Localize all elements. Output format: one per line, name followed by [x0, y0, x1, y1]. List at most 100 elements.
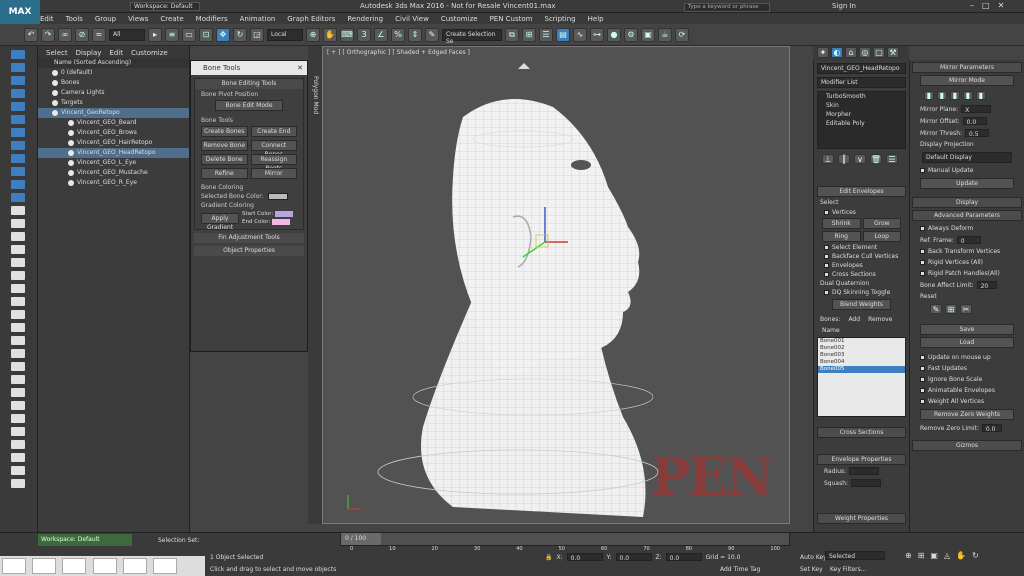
dq-toggle-checkbox[interactable] — [824, 290, 829, 295]
tool-icon-b[interactable] — [11, 375, 25, 384]
hierarchy-tab-icon[interactable]: ⌂ — [845, 47, 857, 58]
tool-icon-f[interactable] — [11, 427, 25, 436]
y-coord-field[interactable]: 0.0 — [615, 553, 652, 562]
animatable-envelopes-checkbox[interactable] — [920, 388, 925, 393]
save-button[interactable]: Save — [920, 324, 1014, 335]
ribbon-side-tab[interactable]: Polygon Mod — [308, 46, 322, 524]
reassign-roots-button[interactable]: Reassign Roots — [250, 154, 297, 172]
angle-snap-icon[interactable]: ∠ — [374, 27, 388, 42]
loop-button[interactable]: Loop — [862, 231, 901, 242]
visibility-icon[interactable] — [68, 140, 74, 146]
maximize-icon[interactable]: □ — [982, 1, 990, 10]
rollout-display[interactable]: Display — [912, 197, 1022, 208]
reset-vertices-icon[interactable]: ✎ — [930, 304, 942, 314]
tool-icon-a[interactable] — [11, 362, 25, 371]
display-shapes-icon[interactable] — [11, 63, 25, 72]
menu-modifiers[interactable]: Modifiers — [196, 15, 228, 23]
column-header-name[interactable]: Name (Sorted Ascending) — [38, 58, 189, 68]
menu-customize[interactable]: Customize — [441, 15, 478, 23]
rendered-frame-icon[interactable]: ▣ — [641, 27, 655, 42]
remove-bone-button[interactable]: Remove Bone — [201, 140, 248, 151]
reset-bone-icon[interactable]: ⊞ — [945, 304, 957, 314]
unlink-icon[interactable]: ⊘ — [75, 27, 89, 42]
reference-coord-dropdown[interactable]: Local — [267, 28, 303, 41]
sign-in-link[interactable]: Sign In — [832, 2, 856, 10]
time-slider[interactable]: 0 / 100 — [340, 532, 790, 546]
rotate-icon[interactable]: ↻ — [233, 27, 247, 42]
edit-envelopes-button[interactable]: Edit Envelopes — [817, 186, 906, 197]
display-groups-icon[interactable] — [11, 128, 25, 137]
scene-item[interactable]: Vincent_GEO_HeadRetopo — [38, 148, 189, 158]
weight-all-checkbox[interactable] — [920, 399, 925, 404]
display-invert-icon[interactable] — [11, 232, 25, 241]
delete-bone-button[interactable]: Delete Bone — [201, 154, 248, 165]
stack-item-editable-poly[interactable]: Editable Poly — [818, 119, 905, 128]
menu-civil-view[interactable]: Civil View — [395, 15, 429, 23]
app-logo[interactable]: MAX — [0, 0, 40, 24]
display-cameras-icon[interactable] — [11, 89, 25, 98]
paste-blue-icon[interactable]: ▮ — [950, 91, 960, 100]
menu-tools[interactable]: Tools — [66, 15, 83, 23]
bone-list[interactable]: Bone001 Bone002 Bone003 Bone004 Bone005 — [817, 337, 906, 417]
tab-customize[interactable]: Customize — [131, 49, 168, 57]
workspace-selector[interactable]: Workspace: Default — [38, 534, 132, 546]
mirror-icon[interactable]: ⧉ — [505, 27, 519, 42]
visibility-icon[interactable] — [52, 100, 58, 106]
display-none-icon[interactable] — [11, 219, 25, 228]
rollout-object-properties[interactable]: Object Properties — [194, 246, 304, 256]
visibility-icon[interactable] — [52, 80, 58, 86]
tool-icon-i[interactable] — [11, 466, 25, 475]
select-blue-icon[interactable]: ▮ — [976, 91, 986, 100]
update-button[interactable]: Update — [920, 178, 1014, 189]
lock-icon[interactable]: 🔒 — [545, 554, 552, 561]
display-tab-icon[interactable]: ▢ — [873, 47, 885, 58]
link-icon[interactable]: ∞ — [58, 27, 72, 42]
make-unique-icon[interactable]: ∨ — [854, 154, 866, 164]
scene-item[interactable]: Camera Lights — [38, 88, 189, 98]
rigid-patch-checkbox[interactable] — [920, 271, 925, 276]
bone-edit-mode-button[interactable]: Bone Edit Mode — [215, 100, 283, 111]
blend-weights-button[interactable]: Blend Weights — [832, 299, 891, 310]
z-coord-field[interactable]: 0.0 — [665, 553, 702, 562]
load-button[interactable]: Load — [920, 337, 1014, 348]
layer-explorer-icon[interactable]: ☰ — [539, 27, 553, 42]
display-projection-dropdown[interactable]: Default Display — [922, 152, 1012, 163]
remove-zero-limit-spinner[interactable]: 0.0 — [981, 424, 1002, 433]
scene-item[interactable]: Bones — [38, 78, 189, 88]
mirror-thresh-spinner[interactable]: 0.5 — [965, 129, 990, 138]
tab-edit[interactable]: Edit — [109, 49, 123, 57]
bone-list-item[interactable]: Bone002 — [818, 345, 905, 352]
menu-scripting[interactable]: Scripting — [545, 15, 576, 23]
scene-item[interactable]: Vincent_GEO_HairRetopo — [38, 138, 189, 148]
modifier-list-dropdown[interactable]: Modifier List — [817, 77, 906, 88]
display-all-icon[interactable] — [11, 206, 25, 215]
scene-item[interactable]: Vincent_GEO_L_Eye — [38, 158, 189, 168]
configure-sets-icon[interactable]: ☰ — [886, 154, 898, 164]
pivot-icon[interactable]: ⊕ — [306, 27, 320, 42]
rollout-mirror-parameters[interactable]: Mirror Parameters — [912, 62, 1022, 73]
display-spacewarps-icon[interactable] — [11, 115, 25, 124]
render-icon[interactable]: ☕ — [658, 27, 672, 42]
reset-all-icon[interactable]: ✂ — [960, 304, 972, 314]
display-frozen-icon[interactable] — [11, 180, 25, 189]
visibility-icon[interactable] — [52, 70, 58, 76]
paste-green-icon[interactable]: ▮ — [937, 91, 947, 100]
scene-item[interactable]: Vincent_GEO_R_Eye — [38, 178, 189, 188]
menu-animation[interactable]: Animation — [240, 15, 276, 23]
minimize-icon[interactable]: – — [970, 1, 974, 10]
fov-icon[interactable]: ◬ — [944, 551, 950, 560]
scene-item[interactable]: Vincent_GEO_Mustache — [38, 168, 189, 178]
menu-pen-custom[interactable]: PEN Custom — [490, 15, 533, 23]
selected-color-swatch[interactable] — [267, 193, 288, 200]
window-crossing-icon[interactable]: ⊡ — [199, 27, 213, 42]
display-containers-icon[interactable] — [11, 167, 25, 176]
display-geometry-icon[interactable] — [11, 50, 25, 59]
update-mouse-up-checkbox[interactable] — [920, 355, 925, 360]
set-key-button[interactable]: Set Key — [800, 566, 823, 573]
render-setup-icon[interactable]: ⚙ — [624, 27, 638, 42]
tab-select[interactable]: Select — [46, 49, 68, 57]
menu-help[interactable]: Help — [588, 15, 604, 23]
zoom-extents-icon[interactable]: ▣ — [930, 551, 938, 560]
rollout-gizmos[interactable]: Gizmos — [912, 440, 1022, 451]
envelopes-checkbox[interactable] — [824, 263, 829, 268]
